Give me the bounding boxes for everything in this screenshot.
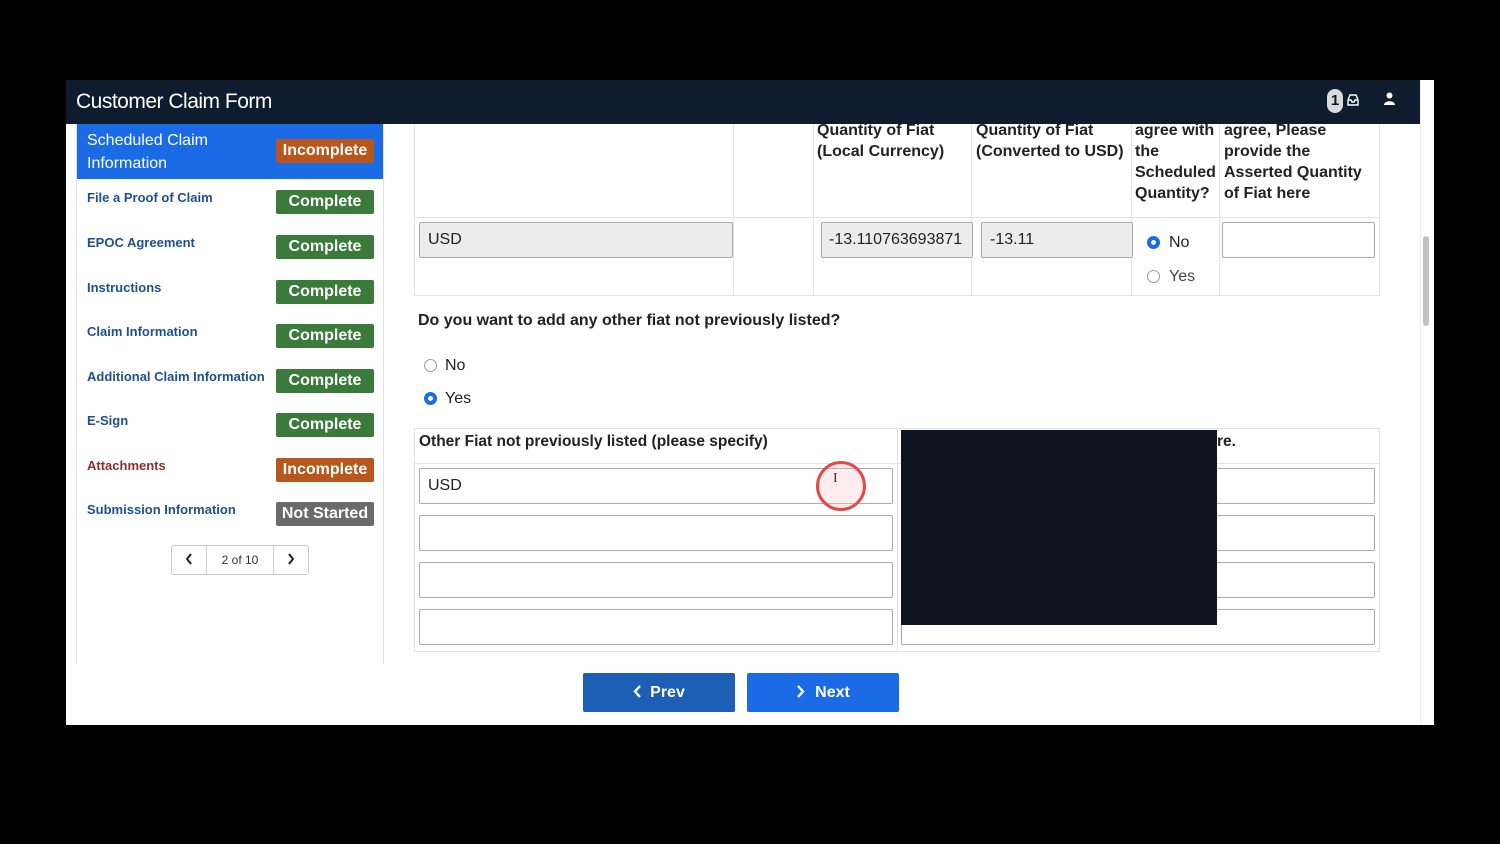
radio-label: No: [1169, 234, 1190, 251]
sidebar-item-epoc-agreement[interactable]: EPOC Agreement Complete: [77, 235, 383, 259]
claim-form-window: Customer Claim Form 1 Scheduled Claim In…: [66, 80, 1434, 725]
radio-label: Yes: [445, 390, 472, 407]
sidebar-item-label: EPOC Agreement: [87, 235, 195, 250]
form-footer: Prev Next: [66, 664, 1420, 725]
app-title: Customer Claim Form: [76, 90, 272, 113]
fiat-table: Quantity of Fiat (Local Currency) Quanti…: [414, 122, 1380, 296]
sidebar-item-label: File a Proof of Claim: [87, 190, 213, 205]
notification-badge[interactable]: 1: [1327, 89, 1343, 113]
currency-field[interactable]: USD: [419, 222, 733, 258]
click-indicator: [816, 461, 866, 511]
header-converted-usd: Quantity of Fiat (Converted to USD): [976, 122, 1124, 160]
scrollbar-thumb[interactable]: [1423, 236, 1429, 326]
sidebar-item-label: Additional Claim Information: [87, 369, 265, 384]
sidebar-item-scheduled-claim-information[interactable]: Scheduled Claim Information Incomplete: [77, 124, 383, 179]
pager-next-button[interactable]: [273, 546, 308, 574]
sidebar-item-e-sign[interactable]: E-Sign Complete: [77, 413, 383, 437]
radio-selected-icon[interactable]: [1147, 236, 1160, 249]
local-quantity-field[interactable]: -13.110763693871: [821, 222, 973, 258]
other-fiat-input-2[interactable]: [419, 515, 893, 551]
pager-text: 2 of 10: [221, 553, 259, 567]
status-badge: Complete: [276, 190, 374, 214]
radio-unselected-icon[interactable]: [1147, 270, 1160, 283]
sidebar-item-label: Submission Information: [87, 502, 236, 517]
asserted-quantity-input[interactable]: [1222, 222, 1375, 258]
top-bar: Customer Claim Form 1: [66, 80, 1420, 124]
chevron-left-icon: [185, 553, 192, 565]
status-badge: Not Started: [276, 502, 374, 526]
status-badge: Incomplete: [276, 458, 374, 482]
other-fiat-question: Do you want to add any other fiat not pr…: [418, 312, 841, 329]
other-fiat-input-4[interactable]: [419, 609, 893, 645]
status-badge: Complete: [276, 280, 374, 304]
status-badge: Complete: [276, 324, 374, 348]
sidebar-item-file-proof-of-claim[interactable]: File a Proof of Claim Complete: [77, 190, 383, 214]
prev-button-label: Prev: [650, 684, 685, 701]
other-fiat-input-3[interactable]: [419, 562, 893, 598]
status-badge: Incomplete: [276, 139, 374, 163]
radio-selected-icon[interactable]: [424, 392, 437, 405]
sidebar-item-label: E-Sign: [87, 413, 129, 428]
sidebar-item-label: Attachments: [87, 458, 166, 473]
status-badge: Complete: [276, 413, 374, 437]
usd-quantity-field[interactable]: -13.11: [981, 222, 1133, 258]
user-icon[interactable]: [1384, 92, 1395, 110]
header-asserted: agree, Please provide the Asserted Quant…: [1224, 122, 1362, 202]
sidebar-item-label: Claim Information: [87, 324, 198, 339]
sidebar-nav: Scheduled Claim Information Incomplete F…: [76, 124, 384, 664]
chevron-left-icon: [633, 685, 642, 698]
main-content: Quantity of Fiat (Local Currency) Quanti…: [414, 122, 1380, 664]
status-badge: Complete: [276, 235, 374, 259]
sidebar-item-submission-information[interactable]: Submission Information Not Started: [77, 502, 383, 526]
radio-unselected-icon[interactable]: [424, 359, 437, 372]
sidebar-item-attachments[interactable]: Attachments Incomplete: [77, 458, 383, 482]
scrollbar-track[interactable]: [1420, 80, 1434, 725]
sidebar-pager: 2 of 10: [171, 545, 309, 575]
radio-label: Yes: [1169, 268, 1196, 285]
header-local-currency: Quantity of Fiat (Local Currency): [817, 122, 945, 160]
sidebar-item-additional-claim-information[interactable]: Additional Claim Information Complete: [77, 369, 383, 393]
status-badge: Complete: [276, 369, 374, 393]
chevron-right-icon: [288, 553, 295, 565]
sidebar-item-claim-information[interactable]: Claim Information Complete: [77, 324, 383, 348]
inbox-icon[interactable]: [1347, 93, 1359, 111]
other-fiat-table: Other Fiat not previously listed (please…: [414, 428, 1380, 652]
radio-label: No: [445, 357, 466, 374]
sidebar-item-label: Instructions: [87, 280, 162, 295]
sidebar-item-instructions[interactable]: Instructions Complete: [77, 280, 383, 304]
text-cursor-icon: I: [833, 471, 838, 486]
header-agree: agree with the Scheduled Quantity?: [1135, 122, 1216, 202]
pager-prev-button[interactable]: [172, 546, 207, 574]
next-button-label: Next: [815, 684, 850, 701]
other-fiat-header: Other Fiat not previously listed (please…: [419, 433, 768, 450]
sidebar-item-label: Scheduled Claim Information: [87, 132, 208, 172]
other-fiat-amount-header: re.: [1217, 433, 1236, 450]
next-button[interactable]: Next: [747, 673, 899, 712]
redaction-box: [901, 430, 1217, 625]
prev-button[interactable]: Prev: [583, 673, 735, 712]
chevron-right-icon: [797, 685, 805, 698]
